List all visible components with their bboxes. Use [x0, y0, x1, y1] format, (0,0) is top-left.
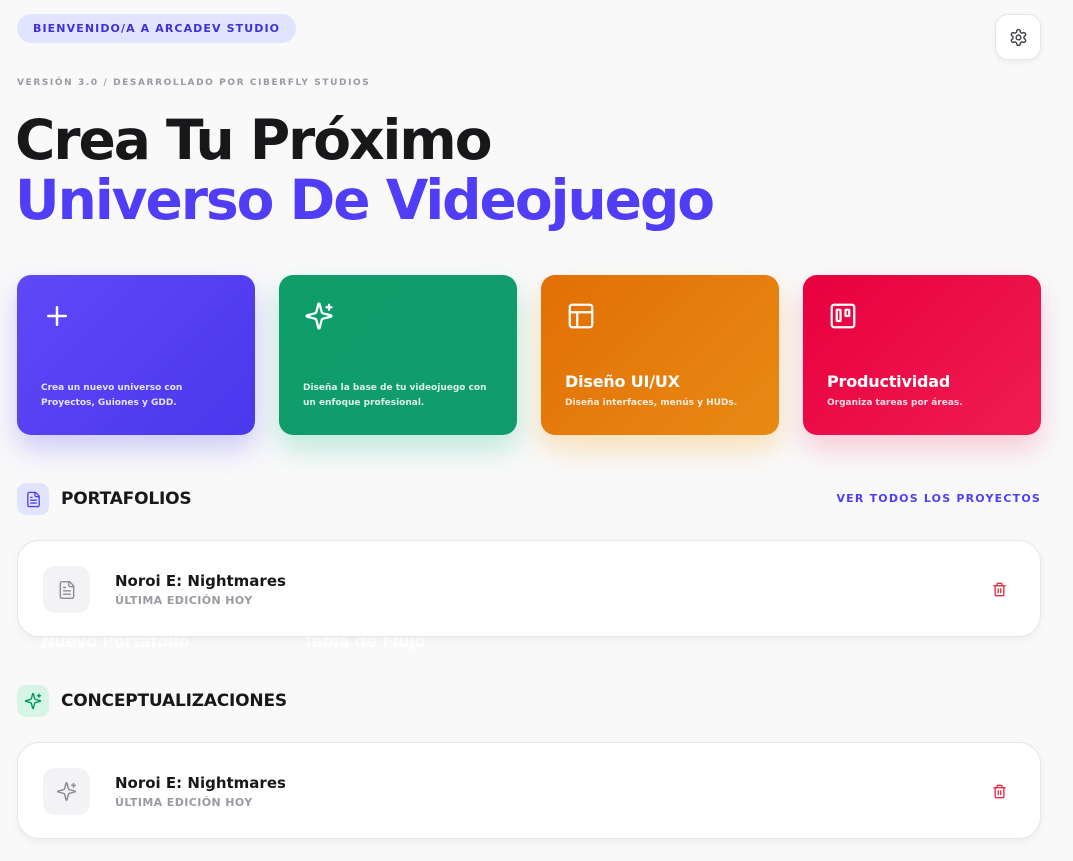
- card-description: Diseña interfaces, menús y HUDs.: [565, 398, 738, 408]
- document-icon: [26, 491, 40, 507]
- card-title: Diseño UI/UX: [565, 372, 680, 391]
- hero-title-line2: Universo De Videojuego: [15, 168, 715, 232]
- portfolios-section-title: PORTAFOLIOS: [61, 489, 192, 509]
- portfolio-list-item[interactable]: Noroi E: Nightmares ÚLTIMA EDICIÓN HOY: [17, 540, 1041, 637]
- project-thumbnail: [43, 768, 90, 815]
- concept-list-item[interactable]: Noroi E: Nightmares ÚLTIMA EDICIÓN HOY: [17, 742, 1041, 839]
- delete-button[interactable]: [988, 780, 1010, 802]
- card-description: Organiza tareas por áreas.: [827, 398, 963, 408]
- hero-title-line1: Crea Tu Próximo: [15, 108, 492, 172]
- sparkles-icon: [305, 302, 333, 330]
- ui-ux-design-card[interactable]: Diseño UI/UX Diseña interfaces, menús y …: [541, 275, 779, 435]
- card-description: Diseña la base de tu videojuego con un e…: [303, 383, 487, 408]
- card-description: Crea un nuevo universo con Proyectos, Gu…: [41, 383, 183, 408]
- document-icon: [59, 580, 74, 599]
- project-thumbnail: [43, 566, 90, 613]
- layout-icon: [568, 303, 594, 329]
- dashboard: BIENVENIDO/A A ARCADEV STUDIO VERSIÓN 3.…: [0, 0, 1073, 861]
- concepts-section-title: CONCEPTUALIZACIONES: [61, 691, 287, 711]
- plus-icon: [47, 306, 67, 326]
- card-title: Productividad: [827, 372, 951, 391]
- kanban-icon: [830, 303, 856, 329]
- sparkles-icon: [57, 782, 76, 801]
- new-portfolio-card[interactable]: Nuevo Portafolio Crea un nuevo universo …: [17, 275, 255, 651]
- project-last-edited: ÚLTIMA EDICIÓN HOY: [115, 796, 253, 809]
- hero-title: Crea Tu Próximo Universo De Videojuego: [15, 108, 715, 232]
- gear-icon: [1010, 28, 1026, 46]
- trash-icon: [992, 582, 1006, 596]
- project-name: Noroi E: Nightmares: [115, 774, 286, 792]
- view-all-projects-link[interactable]: VER TODOS LOS PROYECTOS: [836, 492, 1041, 505]
- productivity-card[interactable]: Productividad Organiza tareas por áreas.: [803, 275, 1041, 435]
- project-name: Noroi E: Nightmares: [115, 572, 286, 590]
- trash-icon: [992, 784, 1006, 798]
- sparkles-icon: [24, 692, 42, 710]
- concepts-section-icon: [17, 685, 49, 717]
- settings-button[interactable]: [995, 14, 1041, 60]
- version-info: VERSIÓN 3.0 / DESARROLLADO POR CIBERFLY …: [17, 78, 371, 88]
- flow-table-card[interactable]: Tabla de Flujo Diseña la base de tu vide…: [279, 275, 517, 651]
- portfolios-section-icon: [17, 483, 49, 515]
- welcome-badge: BIENVENIDO/A A ARCADEV STUDIO: [17, 14, 297, 43]
- project-last-edited: ÚLTIMA EDICIÓN HOY: [115, 594, 253, 607]
- delete-button[interactable]: [988, 578, 1010, 600]
